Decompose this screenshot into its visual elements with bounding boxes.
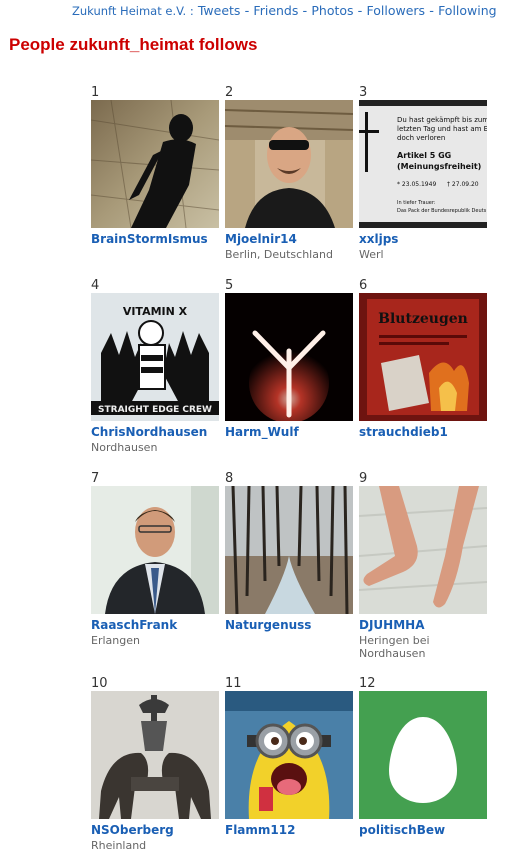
avatar[interactable]: VITAMIN X STRAIGHT EDGE CREW — [91, 293, 219, 421]
avatar[interactable] — [91, 100, 219, 228]
user-card: 5 Harm_Wulf — [225, 278, 357, 441]
svg-text:Artikel 5 GG: Artikel 5 GG — [397, 151, 451, 160]
avatar[interactable] — [359, 486, 487, 614]
user-card: 9 DJUHMHA Heringen bei Nordhausen — [359, 471, 491, 660]
username-link[interactable]: NSOberberg — [91, 823, 223, 837]
svg-text:In tiefer Trauer:: In tiefer Trauer: — [397, 200, 436, 206]
user-location: Nordhausen — [91, 441, 158, 454]
rank-number: 3 — [359, 85, 368, 100]
top-navigation: Zukunft Heimat e.V. : Tweets - Friends -… — [72, 3, 497, 19]
username-link[interactable]: Mjoelnir14 — [225, 232, 357, 246]
user-location: Heringen bei Nordhausen — [359, 634, 430, 660]
rank-number: 6 — [359, 278, 368, 293]
user-card: 11 Flamm112 — [225, 676, 357, 839]
user-location: Rheinland — [91, 839, 147, 852]
user-card: 4 VITAMIN X STRAIGHT EDGE CREW ChrisNord… — [91, 278, 223, 454]
username-link[interactable]: Naturgenuss — [225, 618, 357, 632]
username-link[interactable]: ChrisNordhausen — [91, 425, 223, 439]
user-card: 6 Blutzeugen strauchdieb1 — [359, 278, 491, 441]
rank-number: 12 — [359, 676, 376, 691]
rank-number: 2 — [225, 85, 234, 100]
svg-text:STRAIGHT EDGE CREW: STRAIGHT EDGE CREW — [98, 405, 212, 415]
rank-number: 4 — [91, 278, 100, 293]
avatar[interactable] — [225, 100, 353, 228]
username-link[interactable]: xxljps — [359, 232, 491, 246]
avatar[interactable] — [225, 691, 353, 819]
avatar[interactable] — [225, 293, 353, 421]
username-link[interactable]: BrainStormIsmus — [91, 232, 223, 246]
page-title: People zukunft_heimat follows — [9, 35, 258, 54]
avatar[interactable] — [91, 691, 219, 819]
avatar[interactable] — [225, 486, 353, 614]
nav-link-photos[interactable]: Photos — [311, 3, 353, 18]
avatar[interactable] — [91, 486, 219, 614]
account-owner-name: Zukunft Heimat e.V. : — [72, 4, 194, 18]
svg-text:Du hast gekämpft bis zum: Du hast gekämpft bis zum — [397, 116, 487, 124]
user-card: 10 NSOberberg Rheinland — [91, 676, 223, 852]
user-location: Werl — [359, 248, 384, 261]
avatar[interactable]: Du hast gekämpft bis zum letzten Tag und… — [359, 100, 487, 228]
rank-number: 8 — [225, 471, 234, 486]
svg-text:doch verloren: doch verloren — [397, 134, 445, 142]
nav-link-following[interactable]: Following — [438, 3, 497, 18]
avatar[interactable]: Blutzeugen — [359, 293, 487, 421]
svg-text:VITAMIN X: VITAMIN X — [123, 305, 188, 318]
svg-text:(Meinungsfreiheit): (Meinungsfreiheit) — [397, 162, 481, 171]
rank-number: 9 — [359, 471, 368, 486]
svg-text:Blutzeugen: Blutzeugen — [378, 311, 468, 327]
nav-link-friends[interactable]: Friends — [253, 3, 298, 18]
default-egg-avatar[interactable] — [359, 691, 487, 819]
rank-number: 1 — [91, 85, 100, 100]
user-card: 2 Mjoelnir14 Berlin, Deutschland — [225, 85, 357, 261]
user-card: 12 politischBew — [359, 676, 491, 839]
svg-text:* 23.05.1949: * 23.05.1949 — [397, 181, 436, 188]
user-card: 7 RaaschFrank Erlangen — [91, 471, 223, 647]
user-card: 8 Naturgenuss — [225, 471, 357, 634]
username-link[interactable]: Flamm112 — [225, 823, 357, 837]
username-link[interactable]: politischBew — [359, 823, 491, 837]
rank-number: 10 — [91, 676, 108, 691]
user-location: Erlangen — [91, 634, 140, 647]
username-link[interactable]: Harm_Wulf — [225, 425, 357, 439]
username-link[interactable]: DJUHMHA — [359, 618, 491, 632]
user-location: Berlin, Deutschland — [225, 248, 333, 261]
nav-link-followers[interactable]: Followers — [367, 3, 426, 18]
username-link[interactable]: RaaschFrank — [91, 618, 223, 632]
username-link[interactable]: strauchdieb1 — [359, 425, 491, 439]
user-card: 1 BrainStormIsmus — [91, 85, 223, 248]
rank-number: 7 — [91, 471, 100, 486]
svg-text:Das Pack der Bundesrepublik De: Das Pack der Bundesrepublik Deuts — [397, 208, 487, 214]
svg-text:letzten Tag und hast am E: letzten Tag und hast am E — [397, 125, 487, 133]
nav-link-tweets[interactable]: Tweets — [198, 3, 241, 18]
rank-number: 5 — [225, 278, 234, 293]
user-card: 3 Du hast gekämpft bis zum letzten Tag u… — [359, 85, 491, 261]
rank-number: 11 — [225, 676, 242, 691]
svg-text:† 27.09.20: † 27.09.20 — [447, 181, 479, 188]
